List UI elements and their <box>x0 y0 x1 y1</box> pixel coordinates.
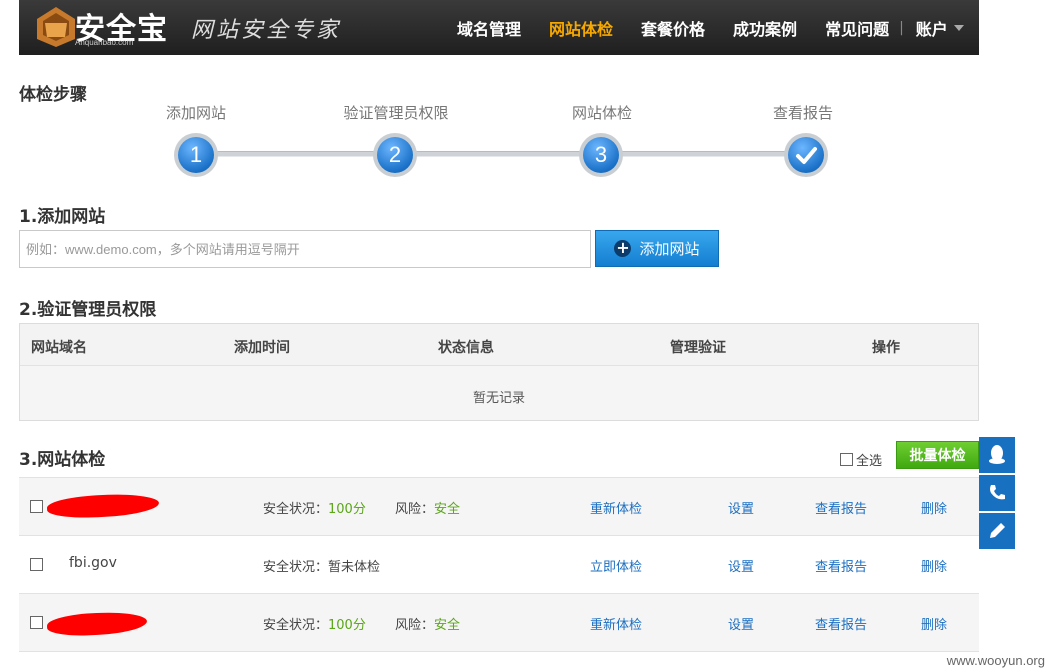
nav-cases[interactable]: 成功案例 <box>733 16 797 40</box>
col-domain: 网站域名 <box>31 340 87 356</box>
account-label: 账户 <box>915 19 948 39</box>
recheck-link[interactable]: 重新体检 <box>590 498 642 517</box>
col-added-time: 添加时间 <box>234 340 290 356</box>
site-list: 安全状况：100分 风险：安全 重新体检 设置 查看报告 删除 fbi.gov … <box>19 477 979 652</box>
checkbox-icon[interactable] <box>840 453 853 466</box>
top-navbar: 安全宝 Anquanbao.com 网站安全专家 域名管理 网站体检 套餐价格 … <box>19 0 979 55</box>
row-checkbox[interactable] <box>30 558 43 571</box>
nav-pricing[interactable]: 套餐价格 <box>641 16 705 40</box>
shield-logo-icon[interactable] <box>31 5 81 47</box>
security-status: 安全状况：100分 <box>263 618 366 633</box>
settings-link[interactable]: 设置 <box>728 498 754 517</box>
select-all-checkbox[interactable]: 全选 <box>840 450 882 469</box>
security-status: 安全状况：100分 <box>263 502 366 517</box>
row-checkbox[interactable] <box>30 616 43 629</box>
delete-link[interactable]: 删除 <box>921 556 947 575</box>
col-status: 状态信息 <box>438 340 494 356</box>
account-menu[interactable]: 账户 <box>916 16 964 40</box>
steps-progress-line <box>196 151 806 157</box>
watermark: www.wooyun.org <box>946 653 1045 668</box>
brand-domain: Anquanbao.com <box>75 38 134 47</box>
view-report-link[interactable]: 查看报告 <box>815 614 867 633</box>
step-marker-3: 3 <box>579 133 623 177</box>
step-label-2: 验证管理员权限 <box>343 104 449 122</box>
row-checkbox[interactable] <box>30 500 43 513</box>
add-site-button-label: 添加网站 <box>639 240 700 258</box>
settings-link[interactable]: 设置 <box>728 556 754 575</box>
checkup-title: 3.网站体检 <box>19 450 106 470</box>
site-row: 安全状况：100分 风险：安全 重新体检 设置 查看报告 删除 <box>19 594 979 652</box>
step-label-3: 网站体检 <box>571 104 632 122</box>
risk-status: 风险：安全 <box>395 502 461 517</box>
site-url-input[interactable] <box>19 230 591 268</box>
view-report-link[interactable]: 查看报告 <box>815 498 867 517</box>
step-marker-4 <box>784 133 828 177</box>
add-site-title: 1.添加网站 <box>19 207 106 227</box>
check-icon <box>788 137 824 173</box>
slogan: 网站安全专家 <box>191 18 342 43</box>
delete-link[interactable]: 删除 <box>921 498 947 517</box>
security-status: 安全状况：暂未体检 <box>263 560 381 575</box>
col-actions: 操作 <box>872 340 900 356</box>
main-nav: 域名管理 网站体检 套餐价格 成功案例 常见问题 | 账户 <box>457 0 964 55</box>
col-verify: 管理验证 <box>670 340 726 356</box>
step-marker-1: 1 <box>174 133 218 177</box>
redaction-mark <box>46 611 148 637</box>
verify-title: 2.验证管理员权限 <box>19 300 157 320</box>
floating-contact-bar <box>979 437 1015 551</box>
phone-icon[interactable] <box>979 475 1015 511</box>
empty-record-text: 暂无记录 <box>472 391 525 406</box>
view-report-link[interactable]: 查看报告 <box>815 556 867 575</box>
recheck-link[interactable]: 重新体检 <box>590 614 642 633</box>
check-now-link[interactable]: 立即体检 <box>590 556 642 575</box>
caret-down-icon <box>953 24 964 31</box>
redaction-mark <box>46 493 160 519</box>
batch-checkup-button[interactable]: 批量体检 <box>896 441 979 469</box>
plus-icon: + <box>614 238 632 257</box>
site-domain: fbi.gov <box>69 555 117 571</box>
step-marker-2: 2 <box>373 133 417 177</box>
step-label-1: 添加网站 <box>165 104 226 122</box>
delete-link[interactable]: 删除 <box>921 614 947 633</box>
qq-icon[interactable] <box>979 437 1015 473</box>
site-row: fbi.gov 安全状况：暂未体检 立即体检 设置 查看报告 删除 <box>19 536 979 594</box>
nav-separator: | <box>899 19 904 36</box>
step-label-4: 查看报告 <box>772 104 833 122</box>
steps-title: 体检步骤 <box>19 85 87 105</box>
verify-table-header: 网站域名 添加时间 状态信息 管理验证 操作 <box>20 324 978 366</box>
nav-faq[interactable]: 常见问题 <box>825 16 889 40</box>
risk-status: 风险：安全 <box>395 618 461 633</box>
select-all-label: 全选 <box>856 454 883 469</box>
settings-link[interactable]: 设置 <box>728 614 754 633</box>
nav-domain-management[interactable]: 域名管理 <box>457 16 521 40</box>
verify-table: 网站域名 添加时间 状态信息 管理验证 操作 暂无记录 <box>19 323 979 421</box>
edit-icon[interactable] <box>979 513 1015 549</box>
site-row: 安全状况：100分 风险：安全 重新体检 设置 查看报告 删除 <box>19 478 979 536</box>
nav-site-checkup[interactable]: 网站体检 <box>549 16 613 40</box>
add-site-button[interactable]: + 添加网站 <box>595 230 719 267</box>
